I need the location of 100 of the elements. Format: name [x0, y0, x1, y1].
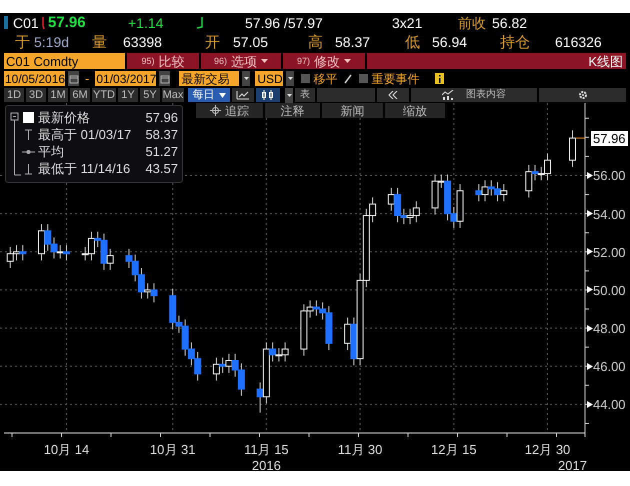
last-marker-icon	[22, 110, 35, 124]
last-price: 57.96	[48, 15, 86, 30]
action-button[interactable]: 96) 选项	[201, 53, 281, 69]
axis-label: 11月 30	[338, 443, 382, 456]
axis-label: 48.00	[593, 322, 626, 336]
table-button[interactable]: 表	[295, 88, 315, 102]
stat-value: 5:19d	[34, 35, 70, 49]
period-button[interactable]: 1D	[4, 88, 24, 102]
bid-ask-size: 3x21	[392, 16, 422, 30]
price-field-dropdown[interactable]: 最新交易	[179, 71, 240, 86]
caret-icon	[286, 94, 292, 96]
pen-icon	[344, 74, 352, 84]
stat-label: 于	[15, 34, 30, 50]
tick-arrow-icon	[587, 324, 593, 332]
ticker-marker	[4, 16, 8, 29]
bid-ask: 57.96 /57.97	[245, 16, 323, 30]
tick-mark-icon	[196, 16, 204, 30]
ticker: C01	[13, 16, 39, 30]
axis-label: 44.00	[593, 398, 626, 412]
chart-icon	[442, 90, 454, 100]
stat-label: 高	[308, 34, 323, 50]
tick-arrow-icon	[587, 286, 593, 294]
legend-label: 最高于 01/03/17	[38, 128, 132, 141]
end-date-field[interactable]: 01/03/2017	[95, 71, 156, 86]
down-tick-icon	[41, 16, 45, 30]
info-icon	[435, 73, 444, 84]
prev-close: 56.82	[492, 16, 528, 30]
period-button[interactable]: 3D	[26, 88, 46, 102]
period-button[interactable]: Max	[162, 88, 184, 102]
chart-contents-button[interactable]: 图表内容	[411, 88, 537, 102]
security-field[interactable]: C01 Comdty	[4, 53, 125, 69]
caret-icon	[218, 92, 226, 98]
tool-button[interactable]: 追踪	[196, 103, 263, 118]
axis-label: 46.00	[593, 360, 626, 374]
currency-dropdown[interactable]: USD	[255, 71, 284, 86]
action-button[interactable]: 97) 修改	[283, 53, 365, 69]
axis-label: 54.00	[593, 208, 626, 221]
axis-label: 11月 15	[244, 443, 289, 456]
action-button[interactable]: 95) 比较	[127, 53, 199, 69]
stat-value: 56.94	[432, 35, 468, 49]
collapse-button[interactable]	[377, 88, 409, 102]
axis-label: 12月 30	[524, 443, 570, 456]
dropdown-button[interactable]	[242, 71, 250, 86]
year-label: 2016	[252, 459, 281, 472]
dropdown-button[interactable]	[285, 88, 293, 102]
toolbar-background	[317, 88, 375, 102]
axis-label: 10月 31	[150, 443, 196, 456]
legend-value: 58.37	[145, 128, 178, 141]
tick-arrow-icon	[587, 172, 593, 179]
caret-icon	[261, 59, 268, 63]
stat-label: 持仓	[500, 34, 530, 50]
candlestick-icon	[261, 90, 275, 100]
period-button[interactable]: 1M	[48, 88, 68, 102]
stat-value: 63398	[123, 35, 162, 49]
period-button[interactable]: YTD	[92, 88, 116, 102]
checkbox-label: 移平	[313, 72, 338, 84]
calendar-icon	[160, 74, 170, 84]
stat-label: 低	[405, 34, 420, 50]
tool-button[interactable]: 注释	[265, 103, 320, 118]
last-price-line	[575, 138, 586, 139]
settings-button[interactable]	[539, 88, 626, 102]
period-button[interactable]: 1Y	[118, 88, 138, 102]
axis-label: 50.00	[593, 284, 626, 297]
low-marker-icon	[22, 162, 35, 176]
chart-type-bar: K线图	[367, 53, 626, 69]
stat-label: 开	[205, 34, 220, 50]
tick-arrow-icon	[587, 362, 593, 370]
last-price-tag: 57.96	[591, 131, 628, 146]
tool-button[interactable]: 缩放	[385, 103, 445, 118]
dropdown-button[interactable]	[286, 71, 294, 86]
line-chart-button[interactable]	[232, 88, 254, 102]
legend-value: 43.57	[145, 162, 178, 175]
tick-arrow-icon	[587, 248, 593, 256]
caret-icon	[344, 59, 351, 63]
line-chart-icon	[236, 90, 250, 100]
frequency-dropdown[interactable]: 每日	[188, 88, 230, 102]
year-label: 2017	[558, 459, 587, 472]
period-button[interactable]: 6M	[70, 88, 90, 102]
axis-label: 12月 15	[431, 443, 477, 456]
stat-value: 58.37	[335, 35, 370, 49]
crosshair-icon	[210, 105, 221, 116]
stat-label: 量	[92, 34, 107, 50]
axis-label: 10月 14	[44, 443, 90, 456]
checkbox[interactable]	[359, 74, 368, 83]
candle-chart-button[interactable]	[256, 88, 280, 102]
checkbox-label: 重要事件	[371, 72, 420, 84]
start-date-field[interactable]: 10/05/2016	[4, 71, 65, 86]
tick-arrow-icon	[587, 210, 593, 218]
calendar-button[interactable]	[68, 71, 79, 86]
legend-label: 最新价格	[38, 111, 90, 124]
tool-button[interactable]: 新闻	[322, 103, 383, 118]
caret-icon	[244, 77, 249, 80]
double-chevron-icon	[388, 91, 398, 99]
calendar-button[interactable]	[159, 71, 170, 86]
checkbox[interactable]	[301, 74, 310, 83]
stat-value: 57.05	[233, 35, 268, 49]
legend-label: 平均	[38, 145, 64, 158]
period-button[interactable]: 5Y	[140, 88, 160, 102]
price-change: +1.14	[128, 16, 164, 30]
date-separator: -	[85, 72, 90, 85]
